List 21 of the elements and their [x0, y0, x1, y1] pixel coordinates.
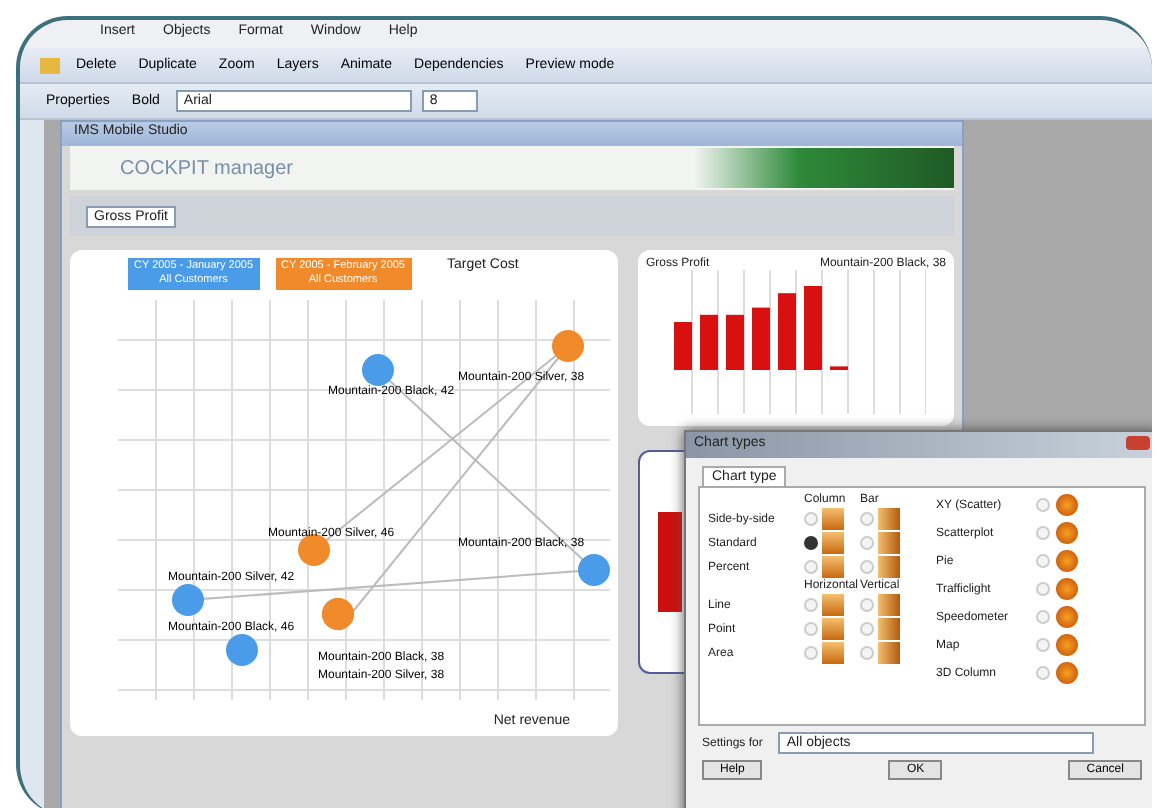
chart-type-icon[interactable]	[878, 508, 900, 530]
radio-button[interactable]	[804, 536, 818, 550]
chart-type-icon[interactable]	[878, 556, 900, 578]
close-icon[interactable]	[1126, 436, 1150, 450]
chart-type-icon[interactable]	[1056, 606, 1078, 628]
chart-type-icon[interactable]	[878, 642, 900, 664]
chart-type-icon[interactable]	[822, 618, 844, 640]
chart-type-icon[interactable]	[1056, 494, 1078, 516]
chart-type-icon[interactable]	[878, 532, 900, 554]
chart-type-icon[interactable]	[1056, 634, 1078, 656]
chart-type-icon[interactable]	[822, 642, 844, 664]
chart-type-icon[interactable]	[1056, 578, 1078, 600]
logo: COCKPIT manager	[118, 157, 294, 179]
bar-shape	[658, 512, 682, 612]
chart-type-icon[interactable]	[1056, 662, 1078, 684]
chart-type-icon[interactable]	[1056, 522, 1078, 544]
chart-type-icon[interactable]	[1056, 550, 1078, 572]
folder-icon[interactable]	[40, 57, 60, 73]
chart-type-icon[interactable]	[878, 594, 900, 616]
chart-type-icon[interactable]	[878, 618, 900, 640]
chart-type-icon[interactable]	[822, 594, 844, 616]
